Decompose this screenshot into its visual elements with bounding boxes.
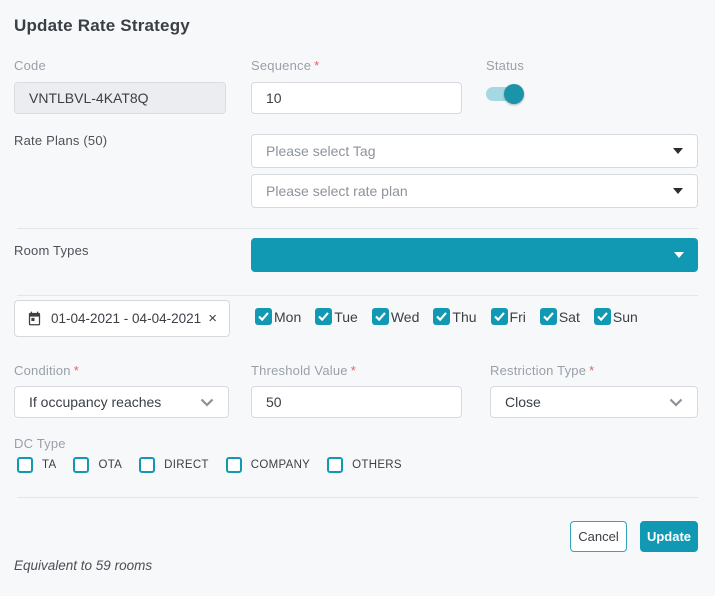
checkbox-others[interactable]: OTHERS — [327, 457, 402, 473]
checked-checkbox-icon — [255, 308, 272, 325]
rate-plan-select[interactable]: Please select rate plan — [251, 174, 698, 208]
restriction-value: Close — [505, 394, 541, 410]
code-value: VNTLBVL-4KAT8Q — [29, 90, 149, 106]
update-rate-strategy-form: Update Rate Strategy Code VNTLBVL-4KAT8Q… — [0, 0, 715, 596]
restriction-label: Restriction Type* — [490, 363, 698, 378]
checked-checkbox-icon — [540, 308, 557, 325]
code-field-group: Code VNTLBVL-4KAT8Q — [14, 58, 226, 114]
sequence-value: 10 — [266, 90, 282, 106]
chevron-down-icon — [669, 398, 683, 407]
sequence-field-group: Sequence* 10 — [251, 58, 462, 114]
required-asterisk: * — [589, 363, 594, 378]
condition-select[interactable]: If occupancy reaches — [14, 386, 229, 418]
caret-down-icon — [673, 188, 683, 194]
threshold-value: 50 — [266, 394, 282, 410]
condition-field-group: Condition* If occupancy reaches — [14, 363, 229, 418]
unchecked-checkbox-icon — [139, 457, 155, 473]
dc-type-label: DC Type — [14, 436, 66, 451]
unchecked-checkbox-icon — [327, 457, 343, 473]
status-toggle[interactable] — [486, 87, 522, 101]
restriction-field-group: Restriction Type* Close — [490, 363, 698, 418]
status-label: Status — [486, 58, 524, 73]
unchecked-checkbox-icon — [226, 457, 242, 473]
chevron-down-icon — [200, 398, 214, 407]
checkbox-wed[interactable]: Wed — [372, 308, 420, 325]
room-types-select[interactable] — [251, 238, 698, 272]
restriction-select[interactable]: Close — [490, 386, 698, 418]
toggle-knob-icon — [504, 84, 524, 104]
sequence-label: Sequence* — [251, 58, 462, 73]
code-label: Code — [14, 58, 226, 73]
checkbox-direct[interactable]: DIRECT — [139, 457, 209, 473]
checkbox-ota[interactable]: OTA — [73, 457, 122, 473]
page-title: Update Rate Strategy — [14, 16, 190, 36]
caret-down-icon — [673, 148, 683, 154]
checkbox-tue[interactable]: Tue — [315, 308, 358, 325]
unchecked-checkbox-icon — [73, 457, 89, 473]
checkbox-sun[interactable]: Sun — [594, 308, 638, 325]
room-types-label: Room Types — [14, 243, 89, 258]
divider — [17, 295, 698, 296]
rate-plans-label: Rate Plans (50) — [14, 133, 107, 148]
required-asterisk: * — [74, 363, 79, 378]
dc-type-checkbox-group: TA OTA DIRECT COMPANY OTHERS — [17, 457, 402, 473]
equivalent-rooms-note: Equivalent to 59 rooms — [14, 558, 152, 573]
calendar-icon — [27, 311, 42, 326]
divider — [17, 228, 698, 229]
rate-plan-select-placeholder: Please select rate plan — [266, 183, 408, 199]
required-asterisk: * — [351, 363, 356, 378]
date-range-value: 01-04-2021 - 04-04-2021 — [51, 311, 208, 326]
code-input: VNTLBVL-4KAT8Q — [14, 82, 226, 114]
caret-down-icon — [674, 252, 684, 258]
condition-label: Condition* — [14, 363, 229, 378]
checkbox-company[interactable]: COMPANY — [226, 457, 310, 473]
condition-value: If occupancy reaches — [29, 394, 161, 410]
checkbox-mon[interactable]: Mon — [255, 308, 301, 325]
checked-checkbox-icon — [491, 308, 508, 325]
divider — [17, 497, 698, 498]
checkbox-sat[interactable]: Sat — [540, 308, 580, 325]
checked-checkbox-icon — [315, 308, 332, 325]
weekday-checkbox-group: Mon Tue Wed Thu Fri Sat Sun — [255, 308, 638, 325]
checked-checkbox-icon — [433, 308, 450, 325]
update-button[interactable]: Update — [640, 521, 698, 552]
checkbox-thu[interactable]: Thu — [433, 308, 476, 325]
cancel-button[interactable]: Cancel — [570, 521, 627, 552]
threshold-field-group: Threshold Value* 50 — [251, 363, 462, 418]
checkbox-fri[interactable]: Fri — [491, 308, 526, 325]
tag-select[interactable]: Please select Tag — [251, 134, 698, 168]
tag-select-placeholder: Please select Tag — [266, 143, 375, 159]
checked-checkbox-icon — [372, 308, 389, 325]
required-asterisk: * — [314, 58, 319, 73]
checkbox-ta[interactable]: TA — [17, 457, 56, 473]
threshold-label: Threshold Value* — [251, 363, 462, 378]
sequence-input[interactable]: 10 — [251, 82, 462, 114]
threshold-input[interactable]: 50 — [251, 386, 462, 418]
date-range-input[interactable]: 01-04-2021 - 04-04-2021 × — [14, 300, 230, 337]
clear-icon[interactable]: × — [208, 311, 217, 326]
checked-checkbox-icon — [594, 308, 611, 325]
status-field-group: Status — [486, 58, 524, 101]
unchecked-checkbox-icon — [17, 457, 33, 473]
